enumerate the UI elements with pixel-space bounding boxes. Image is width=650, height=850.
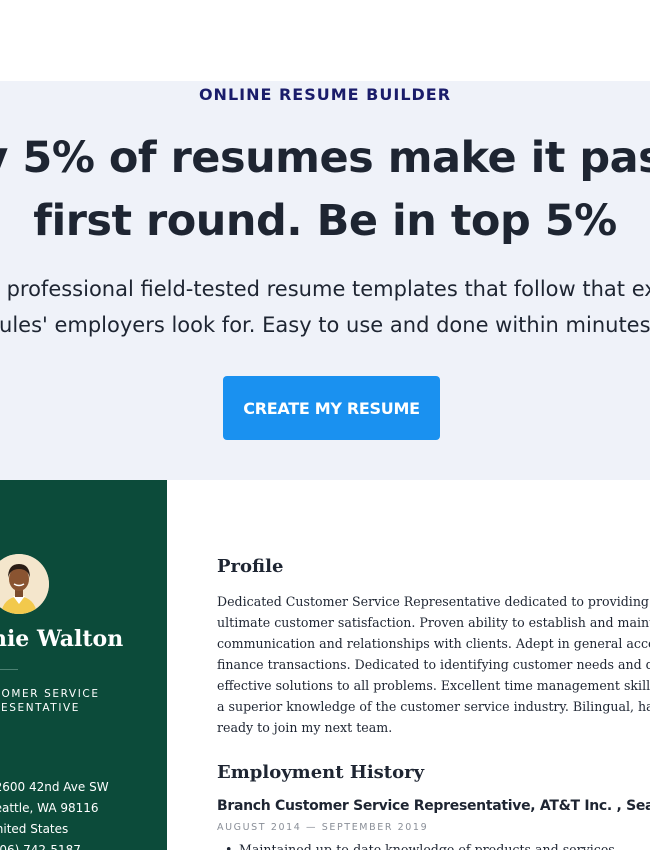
name-divider (0, 669, 18, 670)
profile-line: a superior knowledge of the customer ser… (217, 699, 650, 714)
hero-eyebrow: ONLINE RESUME BUILDER (198, 85, 452, 104)
hero-headline: Only 5% of resumes make it past the firs… (0, 127, 650, 253)
resume-sidebar: Sophie Walton CUSTOMER SERVICE REPRESENT… (0, 480, 167, 850)
resume-job-title: CUSTOMER SERVICE REPRESENTATIVE (0, 687, 100, 715)
resume-main: Profile Dedicated Customer Service Repre… (217, 480, 650, 850)
profile-line: ultimate customer satisfaction. Proven a… (217, 615, 650, 630)
hero-subtitle: Use professional field-tested resume tem… (0, 271, 650, 343)
city-line: Seattle, WA 98116 (0, 801, 99, 815)
profile-text: Dedicated Customer Service Representativ… (217, 591, 650, 738)
headline-line-1: Only 5% of resumes make it past the (0, 133, 650, 183)
profile-heading: Profile (217, 556, 284, 577)
subtitle-line-2: 'resume rules' employers look for. Easy … (0, 313, 650, 337)
profile-line: ready to join my next team. (217, 720, 393, 735)
create-resume-button[interactable]: CREATE MY RESUME (223, 376, 440, 440)
profile-line: Dedicated Customer Service Representativ… (217, 594, 650, 609)
profile-line: effective solutions to all problems. Exc… (217, 678, 650, 693)
avatar (0, 554, 49, 614)
employment-heading: Employment History (217, 762, 425, 783)
job-title-line-1: CUSTOMER SERVICE (0, 688, 100, 700)
employment-dates: AUGUST 2014 — SEPTEMBER 2019 (217, 822, 429, 833)
person-portrait-icon (0, 554, 49, 614)
resume-name: Sophie Walton (0, 626, 124, 652)
country-line: United States (0, 822, 69, 836)
contact-details: 32600 42nd Ave SW Seattle, WA 98116 Unit… (0, 777, 109, 850)
hero-section: ONLINE RESUME BUILDER Only 5% of resumes… (0, 81, 650, 480)
headline-line-2: first round. Be in top 5% (33, 196, 617, 246)
address-line: 32600 42nd Ave SW (0, 780, 109, 794)
profile-line: communication and relationships with cli… (217, 636, 650, 651)
employment-bullet: Maintained up-to-date knowledge of produ… (225, 842, 619, 850)
profile-line: finance transactions. Dedicated to ident… (217, 657, 650, 672)
subtitle-line-1: Use professional field-tested resume tem… (0, 277, 650, 301)
phone-line: (206) 742-5187 (0, 843, 81, 850)
employment-job-title: Branch Customer Service Representative, … (217, 798, 650, 814)
job-title-line-2: REPRESENTATIVE (0, 702, 81, 714)
resume-preview: Sophie Walton CUSTOMER SERVICE REPRESENT… (0, 480, 650, 850)
